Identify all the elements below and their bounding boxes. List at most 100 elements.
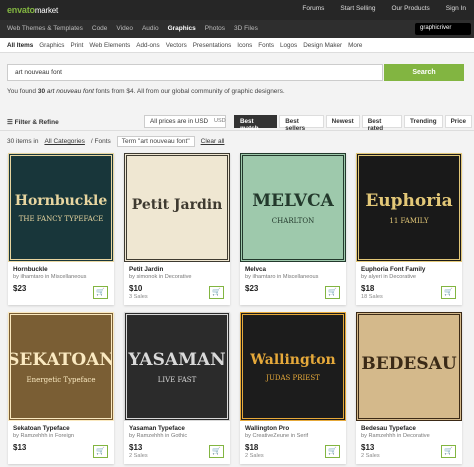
graphicriver-badge[interactable]: graphicriver xyxy=(415,23,471,35)
cat-3d-files[interactable]: 3D Files xyxy=(234,25,258,32)
cat-code[interactable]: Code xyxy=(92,25,108,32)
subnav-icons[interactable]: Icons xyxy=(237,42,252,49)
add-to-cart-icon[interactable]: 🛒 xyxy=(209,286,224,299)
product-title[interactable]: Wallington Pro xyxy=(245,425,341,432)
product-title[interactable]: Euphoria Font Family xyxy=(361,266,457,273)
subnav-presentations[interactable]: Presentations xyxy=(193,42,232,49)
thumbnail-subtitle: JUDAS PRIEST xyxy=(266,373,320,382)
category-path: / Fonts xyxy=(90,138,111,145)
thumbnail-title: YASAMAN xyxy=(128,349,226,370)
product-title[interactable]: Hornbuckle xyxy=(13,266,109,273)
start-selling-link[interactable]: Start Selling xyxy=(340,5,375,12)
thumbnail-subtitle: THE FANCY TYPEFACE xyxy=(18,214,104,223)
sort-price[interactable]: Price xyxy=(444,115,472,128)
cat-audio[interactable]: Audio xyxy=(142,25,159,32)
thumbnail-title: SEKATOAN xyxy=(8,349,114,370)
filter-refine-toggle[interactable]: ☰ Filter & Refine xyxy=(7,118,59,126)
product-thumbnail[interactable]: BEDESAU xyxy=(356,312,462,421)
thumbnail-subtitle: Energetic Typeface xyxy=(26,375,96,384)
our-products-link[interactable]: Our Products xyxy=(391,5,429,12)
product-author: by ilhamtaro in Miscellaneous xyxy=(13,274,87,280)
search-panel: Search You found 30 art nouveau font fon… xyxy=(0,54,474,106)
product-author: by Ramzehhh in Decorative xyxy=(361,433,430,439)
product-author: by alyeri in Decorative xyxy=(361,274,417,280)
product-title[interactable]: Petit Jardin xyxy=(129,266,225,273)
found-pre: You found xyxy=(7,88,38,95)
subnav-web-elements[interactable]: Web Elements xyxy=(89,42,130,49)
product-card[interactable]: BEDESAU Bedesau Typeface by Ramzehhh in De… xyxy=(356,312,462,464)
add-to-cart-icon[interactable]: 🛒 xyxy=(441,445,456,458)
subnav-vectors[interactable]: Vectors xyxy=(166,42,187,49)
add-to-cart-icon[interactable]: 🛒 xyxy=(209,445,224,458)
sort-best-match[interactable]: Best match xyxy=(234,115,278,132)
forums-link[interactable]: Forums xyxy=(302,5,324,12)
subnav-logos[interactable]: Logos xyxy=(280,42,297,49)
thumbnail-title: Wallington xyxy=(250,351,336,368)
search-term-tag[interactable]: Term "art nouveau font" xyxy=(116,136,195,147)
sort-best-rated[interactable]: Best rated xyxy=(361,115,402,132)
sign-in-link[interactable]: Sign In xyxy=(446,5,466,12)
product-card[interactable]: SEKATOAN Energetic Typeface Sekatoan Typef… xyxy=(8,312,114,464)
item-count: 30 items in xyxy=(7,138,39,145)
thumbnail-subtitle: CHARLTON xyxy=(271,216,315,225)
sort-newest[interactable]: Newest xyxy=(325,115,360,128)
subnav-more[interactable]: More xyxy=(348,42,362,49)
product-author: by ilhamtaro in Miscellaneous xyxy=(245,274,319,280)
subnav-all-items[interactable]: All Items xyxy=(7,42,33,49)
add-to-cart-icon[interactable]: 🛒 xyxy=(93,445,108,458)
product-thumbnail[interactable]: YASAMAN LIVE FAST xyxy=(124,312,230,421)
thumbnail-subtitle: LIVE FAST xyxy=(157,375,197,384)
envato-logo-market: market xyxy=(34,6,59,15)
search-input[interactable] xyxy=(7,64,383,81)
thumbnail-subtitle: 11 FAMILY xyxy=(389,216,429,225)
product-author: by simonok in Decorative xyxy=(129,274,192,280)
subnav-fonts[interactable]: Fonts xyxy=(258,42,274,49)
cat-photos[interactable]: Photos xyxy=(205,25,225,32)
search-button[interactable]: Search xyxy=(384,64,464,81)
filter-label: Filter & Refine xyxy=(14,119,59,126)
add-to-cart-icon[interactable]: 🛒 xyxy=(93,286,108,299)
product-title[interactable]: Bedesau Typeface xyxy=(361,425,457,432)
product-thumbnail[interactable]: Hornbuckle THE FANCY TYPEFACE xyxy=(8,153,114,262)
subnav-graphics[interactable]: Graphics xyxy=(39,42,64,49)
add-to-cart-icon[interactable]: 🛒 xyxy=(325,286,340,299)
product-card[interactable]: MELVCA CHARLTON Melvca by ilhamtaro in Misc… xyxy=(240,153,346,305)
thumbnail-title: Euphoria xyxy=(365,190,453,211)
sort-best-sellers[interactable]: Best sellers xyxy=(279,115,324,132)
product-thumbnail[interactable]: Petit Jardin xyxy=(124,153,230,262)
subnav-print[interactable]: Print xyxy=(70,42,83,49)
subnav-design-maker[interactable]: Design Maker xyxy=(303,42,342,49)
cat-video[interactable]: Video xyxy=(116,25,133,32)
product-card[interactable]: Euphoria 11 FAMILY Euphoria Font Family by … xyxy=(356,153,462,305)
count-bar: 30 items in All Categories / Fonts Term … xyxy=(7,136,224,147)
product-author: by Ramzehhh in Gothic xyxy=(129,433,188,439)
product-thumbnail[interactable]: MELVCA CHARLTON xyxy=(240,153,346,262)
product-thumbnail[interactable]: SEKATOAN Energetic Typeface xyxy=(8,312,114,421)
clear-all-link[interactable]: Clear all xyxy=(201,138,225,145)
product-card[interactable]: Hornbuckle THE FANCY TYPEFACE Hornbuckle by… xyxy=(8,153,114,305)
currency-label: USD xyxy=(214,118,226,124)
product-author: by Ramzehhh in Foreign xyxy=(13,433,74,439)
thumbnail-title: BEDESAU xyxy=(361,353,457,374)
product-card[interactable]: Wallington JUDAS PRIEST Wallington Pro by C… xyxy=(240,312,346,464)
product-title[interactable]: Yasaman Typeface xyxy=(129,425,225,432)
all-categories-link[interactable]: All Categories xyxy=(44,138,84,145)
product-title[interactable]: Melvca xyxy=(245,266,341,273)
thumbnail-title: MELVCA xyxy=(252,190,334,211)
product-card[interactable]: YASAMAN LIVE FAST Yasaman Typeface by Ramze… xyxy=(124,312,230,464)
found-post: fonts from $4. All from our global commu… xyxy=(93,88,285,95)
category-bar: Web Themes & Templates Code Video Audio … xyxy=(0,20,474,38)
cat-web-themes[interactable]: Web Themes & Templates xyxy=(7,25,83,32)
product-thumbnail[interactable]: Wallington JUDAS PRIEST xyxy=(240,312,346,421)
envato-logo[interactable]: envatomarket xyxy=(7,5,58,15)
found-term: art nouveau font xyxy=(46,88,94,95)
thumbnail-title: Hornbuckle xyxy=(14,192,108,209)
add-to-cart-icon[interactable]: 🛒 xyxy=(441,286,456,299)
cat-graphics[interactable]: Graphics xyxy=(168,25,196,32)
product-title[interactable]: Sekatoan Typeface xyxy=(13,425,109,432)
product-thumbnail[interactable]: Euphoria 11 FAMILY xyxy=(356,153,462,262)
sort-trending[interactable]: Trending xyxy=(404,115,443,128)
subnav-add-ons[interactable]: Add-ons xyxy=(136,42,159,49)
product-card[interactable]: Petit Jardin Petit Jardin by simonok in De… xyxy=(124,153,230,305)
add-to-cart-icon[interactable]: 🛒 xyxy=(325,445,340,458)
